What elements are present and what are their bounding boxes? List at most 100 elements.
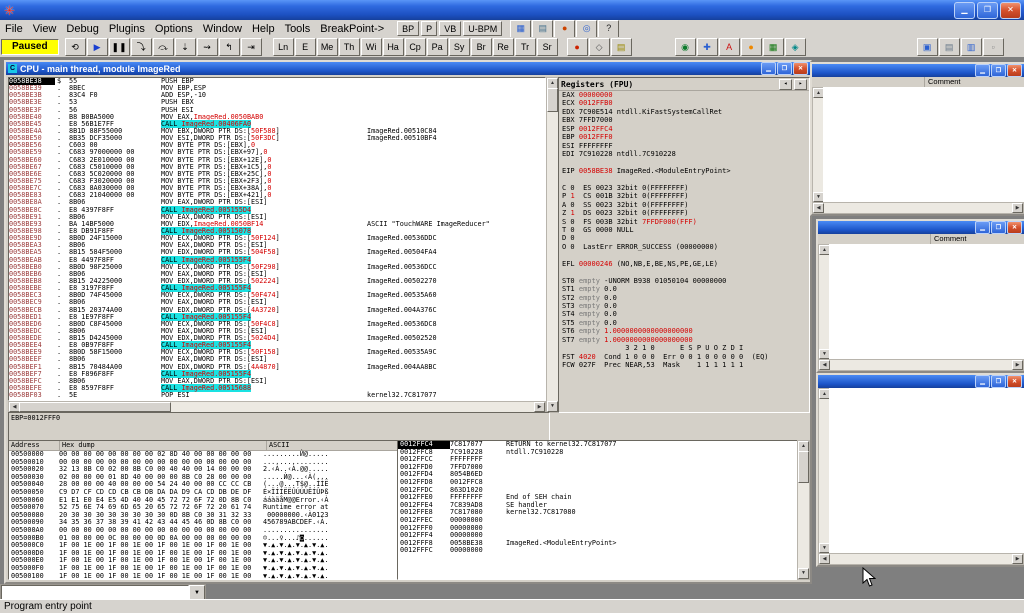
- register-line[interactable]: FST 4020 Cond 1 0 0 0 Err 0 0 1 0 0 0 0 …: [559, 353, 809, 361]
- panel-button-sr[interactable]: Sr: [537, 38, 558, 56]
- add-button[interactable]: ✚: [697, 38, 718, 56]
- register-line[interactable]: T 0 GS 0000 NULL: [559, 226, 809, 234]
- panel-button-ha[interactable]: Ha: [383, 38, 404, 56]
- register-line[interactable]: [559, 268, 809, 276]
- cpu-window-titlebar[interactable]: C CPU - main thread, module ImageRed ▁❐✕: [6, 62, 810, 75]
- watch-button[interactable]: ◇: [589, 38, 610, 56]
- restart-button[interactable]: ⟲: [65, 38, 86, 56]
- run-trace-button[interactable]: ◉: [675, 38, 696, 56]
- side-window-3-hscrollbar[interactable]: ◀ ▶: [818, 553, 1024, 565]
- register-line[interactable]: Z 1 DS 0023 32bit 0(FFFFFFFF): [559, 209, 809, 217]
- register-line[interactable]: EFL 00000246 (NO,NB,E,BE,NS,PE,GE,LE): [559, 260, 809, 268]
- menu-item-help[interactable]: Help: [247, 22, 280, 36]
- disasm-row[interactable]: 0058BEB0.8B0D 98F25000MOV ECX,DWORD PTR …: [9, 264, 545, 271]
- memory-map-icon[interactable]: ▦: [510, 20, 531, 38]
- side-window-3-titlebar[interactable]: ▁❐✕: [818, 375, 1024, 388]
- till-return-button[interactable]: ↰: [219, 38, 240, 56]
- maximize-button[interactable]: ❐: [777, 62, 792, 75]
- register-line[interactable]: 3 2 1 0 E S P U O Z D I: [559, 344, 809, 352]
- minimize-button[interactable]: ▁: [954, 2, 975, 19]
- register-line[interactable]: ST7 empty 1.0000000000000000000: [559, 336, 809, 344]
- menu-button-p[interactable]: P: [421, 21, 437, 36]
- window-titlebar[interactable]: ✳ ▁❐✕: [0, 0, 1024, 20]
- side-window-2-hscrollbar[interactable]: ◀ ▶: [818, 359, 1024, 371]
- menu-button-bp[interactable]: BP: [397, 21, 419, 36]
- run-button[interactable]: ▶: [87, 38, 108, 56]
- register-line[interactable]: EDI 7C910228 ntdll.7C910228: [559, 150, 809, 158]
- side-window-2-body[interactable]: [829, 244, 1024, 360]
- minimize-button[interactable]: ▁: [761, 62, 776, 75]
- minimize-button[interactable]: ▁: [975, 64, 990, 77]
- disasm-row[interactable]: 0058BE83.C683 21040000 00MOV BYTE PTR DS…: [9, 192, 545, 199]
- disasm-row[interactable]: 0058BE9D.8B0D 24F15000MOV ECX,DWORD PTR …: [9, 235, 545, 242]
- register-line[interactable]: ST6 empty 1.0000000000000000000: [559, 327, 809, 335]
- panel-button-tr[interactable]: Tr: [515, 38, 536, 56]
- dump-row[interactable]: 005001001F 00 1E 00 1F 00 1E 00 1F 00 1E…: [9, 573, 397, 581]
- scroll-down-arrow[interactable]: ▼: [547, 401, 558, 412]
- scroll-left-arrow[interactable]: ◀: [813, 203, 824, 213]
- disasm-row[interactable]: 0058BE3B.83C4 F0ADD ESP,-10: [9, 92, 545, 99]
- search-icon[interactable]: ◎: [576, 20, 597, 38]
- disasm-row[interactable]: 0058BE8C.E8 4397F8FFCALL ImageRed.005155…: [9, 207, 545, 214]
- menu-item-breakpoint[interactable]: BreakPoint->: [315, 22, 389, 36]
- close-button[interactable]: ✕: [1007, 375, 1022, 388]
- panel-button-cp[interactable]: Cp: [405, 38, 426, 56]
- side-window-1-titlebar[interactable]: ▁❐✕: [812, 64, 1024, 77]
- table-button[interactable]: ▦: [763, 38, 784, 56]
- register-line[interactable]: O 0 LastErr ERROR_SUCCESS (00000000): [559, 243, 809, 251]
- animate-over-button[interactable]: ⇝: [197, 38, 218, 56]
- register-line[interactable]: D 0: [559, 234, 809, 242]
- dump-window-button[interactable]: ▥: [961, 38, 982, 56]
- register-line[interactable]: [559, 159, 809, 167]
- breakpoint-button[interactable]: ●: [567, 38, 588, 56]
- close-button[interactable]: ✕: [1007, 64, 1022, 77]
- maximize-button[interactable]: ❐: [977, 2, 998, 19]
- menu-item-plugins[interactable]: Plugins: [104, 22, 150, 36]
- side-window-2-titlebar[interactable]: ▁❐✕: [818, 221, 1024, 234]
- disasm-row[interactable]: 0058BEC3.8B0D 74F45000MOV ECX,DWORD PTR …: [9, 292, 545, 299]
- step-into-button[interactable]: ⤵: [131, 38, 152, 56]
- side-window-3-body[interactable]: [829, 388, 1024, 554]
- blank-button[interactable]: ▫: [983, 38, 1004, 56]
- stack-vscrollbar[interactable]: ▲ ▼: [797, 440, 810, 580]
- panel-button-pa[interactable]: Pa: [427, 38, 448, 56]
- help-icon[interactable]: ?: [598, 20, 619, 38]
- register-line[interactable]: ECX 0012FFB0: [559, 99, 809, 107]
- side-window-1-body[interactable]: [823, 87, 1024, 203]
- register-line[interactable]: ST4 empty 0.0: [559, 310, 809, 318]
- panel-button-ln[interactable]: Ln: [273, 38, 294, 56]
- ascii-button[interactable]: A: [719, 38, 740, 56]
- panel-button-e[interactable]: E: [295, 38, 316, 56]
- disasm-row[interactable]: 0058BE38$55PUSH EBP: [9, 78, 545, 85]
- register-line[interactable]: EAX 00000000: [559, 91, 809, 99]
- register-line[interactable]: [559, 175, 809, 183]
- panel-button-br[interactable]: Br: [471, 38, 492, 56]
- scroll-left-arrow[interactable]: ◀: [819, 360, 830, 370]
- side-window-1-hscrollbar[interactable]: ◀ ▶: [812, 202, 1024, 214]
- disasm-row[interactable]: 0058BE3E.53PUSH EBX: [9, 99, 545, 106]
- modules-icon[interactable]: ▤: [532, 20, 553, 38]
- panel-button-wi[interactable]: Wi: [361, 38, 382, 56]
- window-cascade-button[interactable]: ▤: [939, 38, 960, 56]
- register-line[interactable]: EDX 7C90E514 ntdll.KiFastSystemCallRet: [559, 108, 809, 116]
- register-line[interactable]: ESP 0012FFC4: [559, 125, 809, 133]
- disasm-row[interactable]: 0058BF03.5EPOP ESIkernel32.7C817077: [9, 392, 545, 399]
- command-dropdown-button[interactable]: ▼: [189, 585, 205, 600]
- scroll-right-arrow[interactable]: ▶: [534, 402, 545, 412]
- close-button[interactable]: ✕: [1000, 2, 1021, 19]
- close-button[interactable]: ✕: [793, 62, 808, 75]
- options-button[interactable]: ◈: [785, 38, 806, 56]
- log-button[interactable]: ▤: [611, 38, 632, 56]
- register-line[interactable]: ST1 empty 0.0: [559, 285, 809, 293]
- scroll-left-arrow[interactable]: ◀: [819, 554, 830, 564]
- menu-item-view[interactable]: View: [28, 22, 62, 36]
- register-line[interactable]: EBP 0012FFF0: [559, 133, 809, 141]
- panel-button-me[interactable]: Me: [317, 38, 338, 56]
- register-line[interactable]: EBX 7FFD7000: [559, 116, 809, 124]
- breakpoints-icon[interactable]: ●: [554, 20, 575, 38]
- window-tile-button[interactable]: ▣: [917, 38, 938, 56]
- scroll-right-arrow[interactable]: ▶: [1012, 203, 1023, 213]
- register-line[interactable]: EIP 0058BE38 ImageRed.<ModuleEntryPoint>: [559, 167, 809, 175]
- register-line[interactable]: S 0 FS 003B 32bit 7FFDF000(FFF): [559, 218, 809, 226]
- animate-into-button[interactable]: ⇣: [175, 38, 196, 56]
